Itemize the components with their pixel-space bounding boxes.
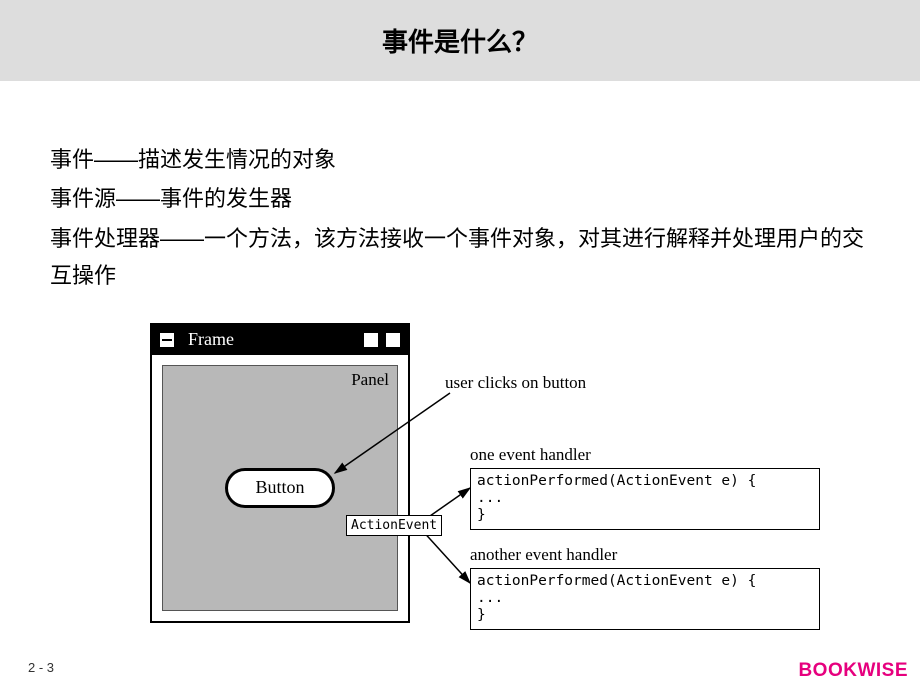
user-clicks-label: user clicks on button	[445, 373, 586, 393]
bullet-source-def: 事件源——事件的发生器	[50, 180, 870, 217]
panel: Panel Button	[162, 365, 398, 611]
event-diagram: Frame Panel Button ActionEvent	[150, 323, 870, 643]
bullet-handler-def: 事件处理器——一个方法，该方法接收一个事件对象，对其进行解释并处理用户的交互操作	[50, 220, 870, 295]
handler2-label: another event handler	[470, 545, 617, 565]
code-line: actionPerformed(ActionEvent e) {	[477, 573, 813, 590]
panel-label: Panel	[351, 370, 389, 390]
code-line: ...	[477, 490, 813, 507]
brand-logo: BOOKWISE	[798, 660, 908, 682]
button-label: Button	[255, 477, 304, 498]
title-bar: 事件是什么？	[0, 0, 920, 81]
action-event-label: ActionEvent	[351, 518, 437, 533]
window-maximize-icon	[384, 331, 402, 349]
slide-title: 事件是什么？	[0, 22, 920, 59]
frame-label: Frame	[188, 329, 360, 350]
window-menu-icon	[158, 331, 176, 349]
window-minimize-icon	[362, 331, 380, 349]
code-line: }	[477, 607, 813, 624]
frame-titlebar: Frame	[152, 325, 408, 355]
code-line: ...	[477, 590, 813, 607]
bullet-event-def: 事件——描述发生情况的对象	[50, 141, 870, 178]
frame-window: Frame Panel Button	[150, 323, 410, 623]
content-area: 事件——描述发生情况的对象 事件源——事件的发生器 事件处理器——一个方法，该方…	[0, 81, 920, 643]
code-box-handler2: actionPerformed(ActionEvent e) { ... }	[470, 568, 820, 630]
handler1-label: one event handler	[470, 445, 591, 465]
code-line: actionPerformed(ActionEvent e) {	[477, 473, 813, 490]
demo-button: Button	[225, 468, 335, 508]
code-line: }	[477, 507, 813, 524]
page-number: 2 - 3	[28, 660, 54, 675]
code-box-handler1: actionPerformed(ActionEvent e) { ... }	[470, 468, 820, 530]
action-event-label-box: ActionEvent	[346, 515, 442, 536]
